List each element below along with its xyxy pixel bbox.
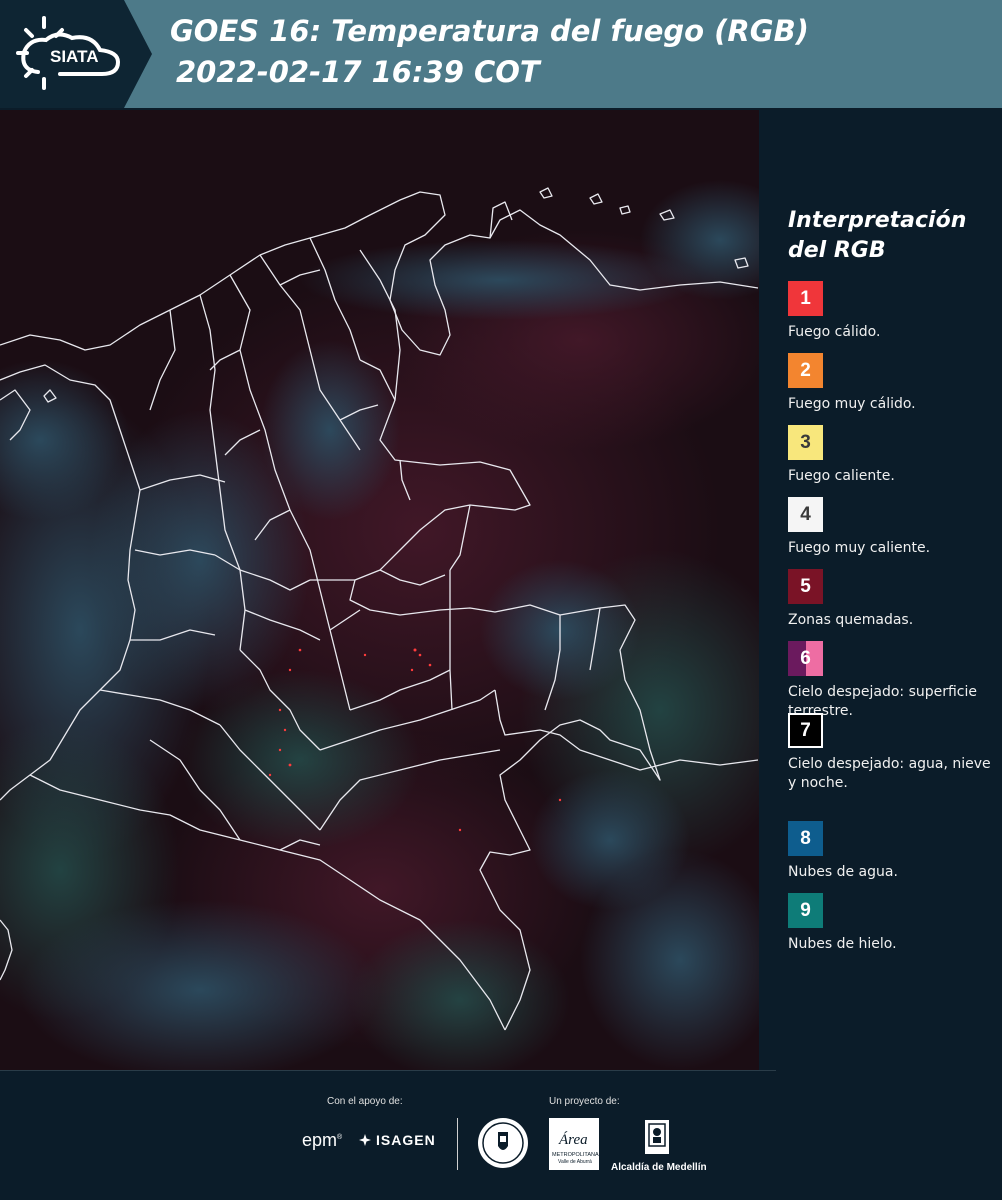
legend-swatch: 4 (788, 497, 823, 532)
area-logo-subtitle: METROPOLITANA (552, 1152, 599, 1158)
isagen-icon (359, 1134, 371, 1146)
legend-label: Nubes de hielo. (788, 936, 897, 952)
legend-label: Nubes de agua. (788, 864, 898, 880)
epm-logo: epm® (302, 1130, 343, 1150)
footer-vertical-divider (457, 1118, 458, 1170)
isagen-logo: ISAGEN (358, 1132, 436, 1148)
legend-label: Zonas quemadas. (788, 612, 914, 628)
legend-number: 5 (800, 575, 811, 597)
legend-label: Cielo despejado: agua, nieve y noche. (788, 756, 991, 791)
legend-swatch: 9 (788, 893, 823, 928)
legend-number: 2 (800, 359, 811, 381)
siata-logo-text: SIATA (50, 47, 98, 66)
rgb-legend: Interpretación del RGB 1 Fuego cálido. 2 Fu… (760, 110, 1002, 1070)
legend-swatch: 6 (788, 641, 823, 676)
legend-number: 4 (800, 503, 811, 525)
epm-logo-text: epm (302, 1130, 338, 1150)
legend-number: 1 (800, 287, 811, 309)
legend-label: Fuego caliente. (788, 468, 895, 484)
title-line-1: GOES 16: Temperatura del fuego (RGB) (170, 14, 809, 48)
legend-number: 3 (800, 431, 811, 453)
legend-item: 9 Nubes de hielo. (788, 893, 998, 954)
legend-number: 8 (800, 827, 811, 849)
legend-number: 6 (800, 647, 811, 669)
legend-item: 5 Zonas quemadas. (788, 569, 998, 630)
legend-swatch: 8 (788, 821, 823, 856)
legend-label: Fuego muy cálido. (788, 396, 916, 412)
footer: Con el apoyo de: Un proyecto de: epm® IS… (0, 1070, 1002, 1200)
legend-item: 1 Fuego cálido. (788, 281, 998, 342)
antioquia-seal-icon (478, 1118, 528, 1168)
legend-label: Fuego muy caliente. (788, 540, 931, 556)
area-logo-region: Valle de Aburrá (558, 1159, 592, 1165)
header: SIATA GOES 16: Temperatura del fuego (RG… (0, 0, 1002, 108)
legend-swatch: 2 (788, 353, 823, 388)
title-line-2: 2022-02-17 16:39 COT (176, 55, 540, 89)
legend-number: 9 (800, 899, 811, 921)
legend-item: 8 Nubes de agua. (788, 821, 998, 882)
legend-item: 6 Cielo despejado: superficie terrestre. (788, 641, 998, 721)
legend-item: 2 Fuego muy cálido. (788, 353, 998, 414)
footer-divider-line (0, 1070, 776, 1071)
isagen-logo-text: ISAGEN (376, 1132, 436, 1148)
legend-item: 7 Cielo despejado: agua, nieve y noche. (788, 713, 998, 793)
legend-swatch: 5 (788, 569, 823, 604)
legend-title: Interpretación del RGB (788, 208, 967, 263)
support-label: Con el apoyo de: (327, 1096, 403, 1107)
project-label: Un proyecto de: (549, 1096, 620, 1107)
alcaldia-medellin-logo: Alcaldía de Medellín (611, 1118, 707, 1173)
legend-swatch: 3 (788, 425, 823, 460)
siata-logo: SIATA (0, 0, 152, 108)
legend-item: 3 Fuego caliente. (788, 425, 998, 486)
legend-label: Fuego cálido. (788, 324, 881, 340)
area-metropolitana-logo: Área METROPOLITANA Valle de Aburrá (549, 1118, 599, 1170)
legend-number: 7 (800, 719, 811, 741)
medellin-shield-icon (645, 1120, 669, 1154)
legend-swatch: 1 (788, 281, 823, 316)
satellite-map[interactable] (0, 110, 759, 1070)
area-logo-title: Área (558, 1131, 588, 1148)
legend-item: 4 Fuego muy caliente. (788, 497, 998, 558)
medellin-logo-text: Alcaldía de Medellín (611, 1162, 707, 1173)
legend-swatch: 7 (788, 713, 823, 748)
